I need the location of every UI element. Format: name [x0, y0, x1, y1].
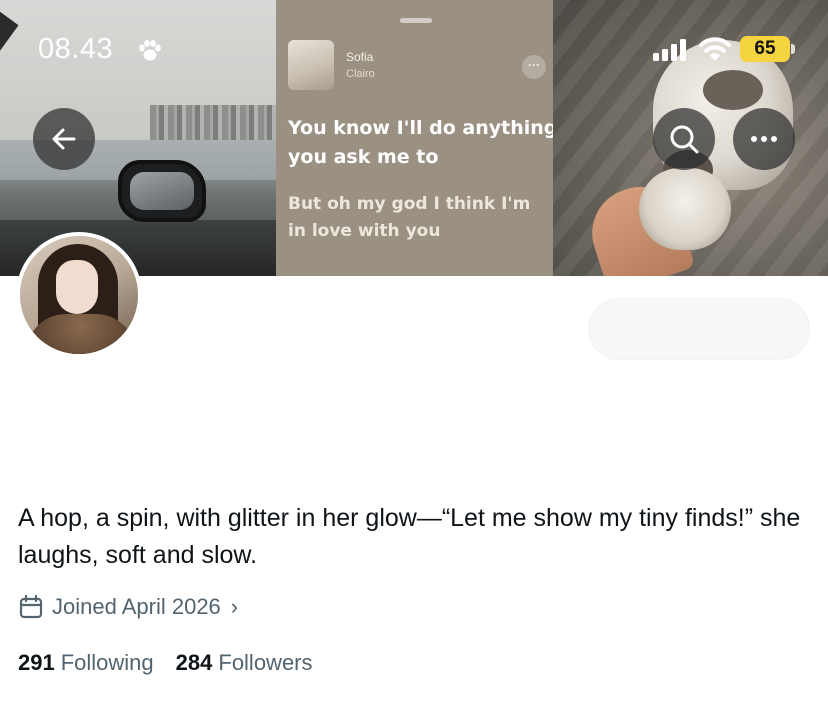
- back-button[interactable]: [33, 108, 95, 170]
- follow-stats: 291 Following 284 Followers: [18, 650, 335, 676]
- profile-bio: A hop, a spin, with glitter in her glow—…: [18, 504, 801, 569]
- profile-action-button[interactable]: [588, 298, 810, 360]
- search-icon: [670, 125, 699, 154]
- more-icon: [751, 136, 777, 142]
- song-artist: Clairo: [346, 68, 375, 80]
- back-arrow-icon: [52, 128, 76, 150]
- calendar-icon: [19, 594, 43, 619]
- more-button[interactable]: [733, 108, 795, 170]
- followers-link[interactable]: 284 Followers: [176, 650, 313, 676]
- wifi-icon: [699, 37, 731, 61]
- lyric-line-2: But oh my god I think I'm in love with y…: [288, 194, 531, 241]
- banner-lyrics-card: Sofia Clairo ··· You know I'll do anythi…: [276, 0, 553, 276]
- chevron-right-icon: ›: [230, 594, 239, 619]
- following-label: Following: [60, 650, 154, 675]
- battery-indicator: 65: [740, 36, 790, 62]
- joined-date[interactable]: Joined April 2026 ›: [18, 592, 238, 622]
- joined-label: Joined April 2026: [52, 594, 221, 619]
- lyrics-more-icon: ···: [522, 55, 546, 79]
- album-art: [288, 40, 334, 90]
- following-link[interactable]: 291 Following: [18, 650, 154, 676]
- followers-label: Followers: [218, 650, 313, 675]
- song-title: Sofia: [346, 50, 374, 64]
- avatar[interactable]: [16, 232, 142, 358]
- battery-tip: [791, 44, 795, 54]
- search-button[interactable]: [653, 108, 715, 170]
- lyric-line-1: You know I'll do anything you ask me to: [288, 117, 553, 168]
- status-time: 08.43: [38, 33, 114, 65]
- signal-icon: [653, 39, 686, 61]
- paw-icon: [139, 39, 161, 61]
- following-count: 291: [18, 650, 55, 675]
- drag-handle: [400, 18, 432, 23]
- followers-count: 284: [175, 650, 213, 675]
